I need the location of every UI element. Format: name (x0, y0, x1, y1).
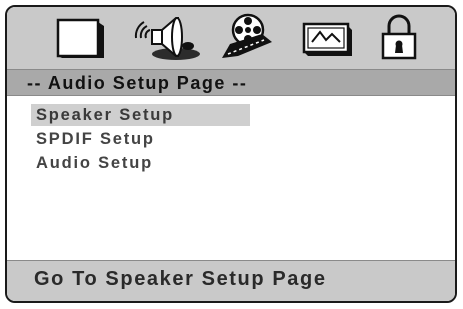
video-reel-icon[interactable] (218, 12, 276, 64)
menu-item-speaker-setup[interactable]: Speaker Setup (31, 104, 250, 126)
status-bar: Go To Speaker Setup Page (7, 260, 455, 301)
audio-speaker-icon[interactable] (128, 12, 206, 64)
status-text: Go To Speaker Setup Page (34, 268, 327, 290)
menu-item-audio-setup[interactable]: Audio Setup (31, 152, 156, 174)
menu-item-spdif-setup[interactable]: SPDIF Setup (31, 128, 158, 150)
lock-icon[interactable] (375, 12, 423, 64)
setup-menu-window: -- Audio Setup Page -- Speaker Setup SPD… (5, 5, 457, 303)
preference-icon[interactable] (296, 12, 356, 64)
setup-menu-list: Speaker Setup SPDIF Setup Audio Setup (7, 96, 455, 264)
setup-category-bar (7, 7, 455, 69)
display-setup-icon[interactable] (50, 12, 110, 64)
page-title: -- Audio Setup Page -- (27, 73, 248, 93)
page-title-bar: -- Audio Setup Page -- (7, 69, 455, 96)
